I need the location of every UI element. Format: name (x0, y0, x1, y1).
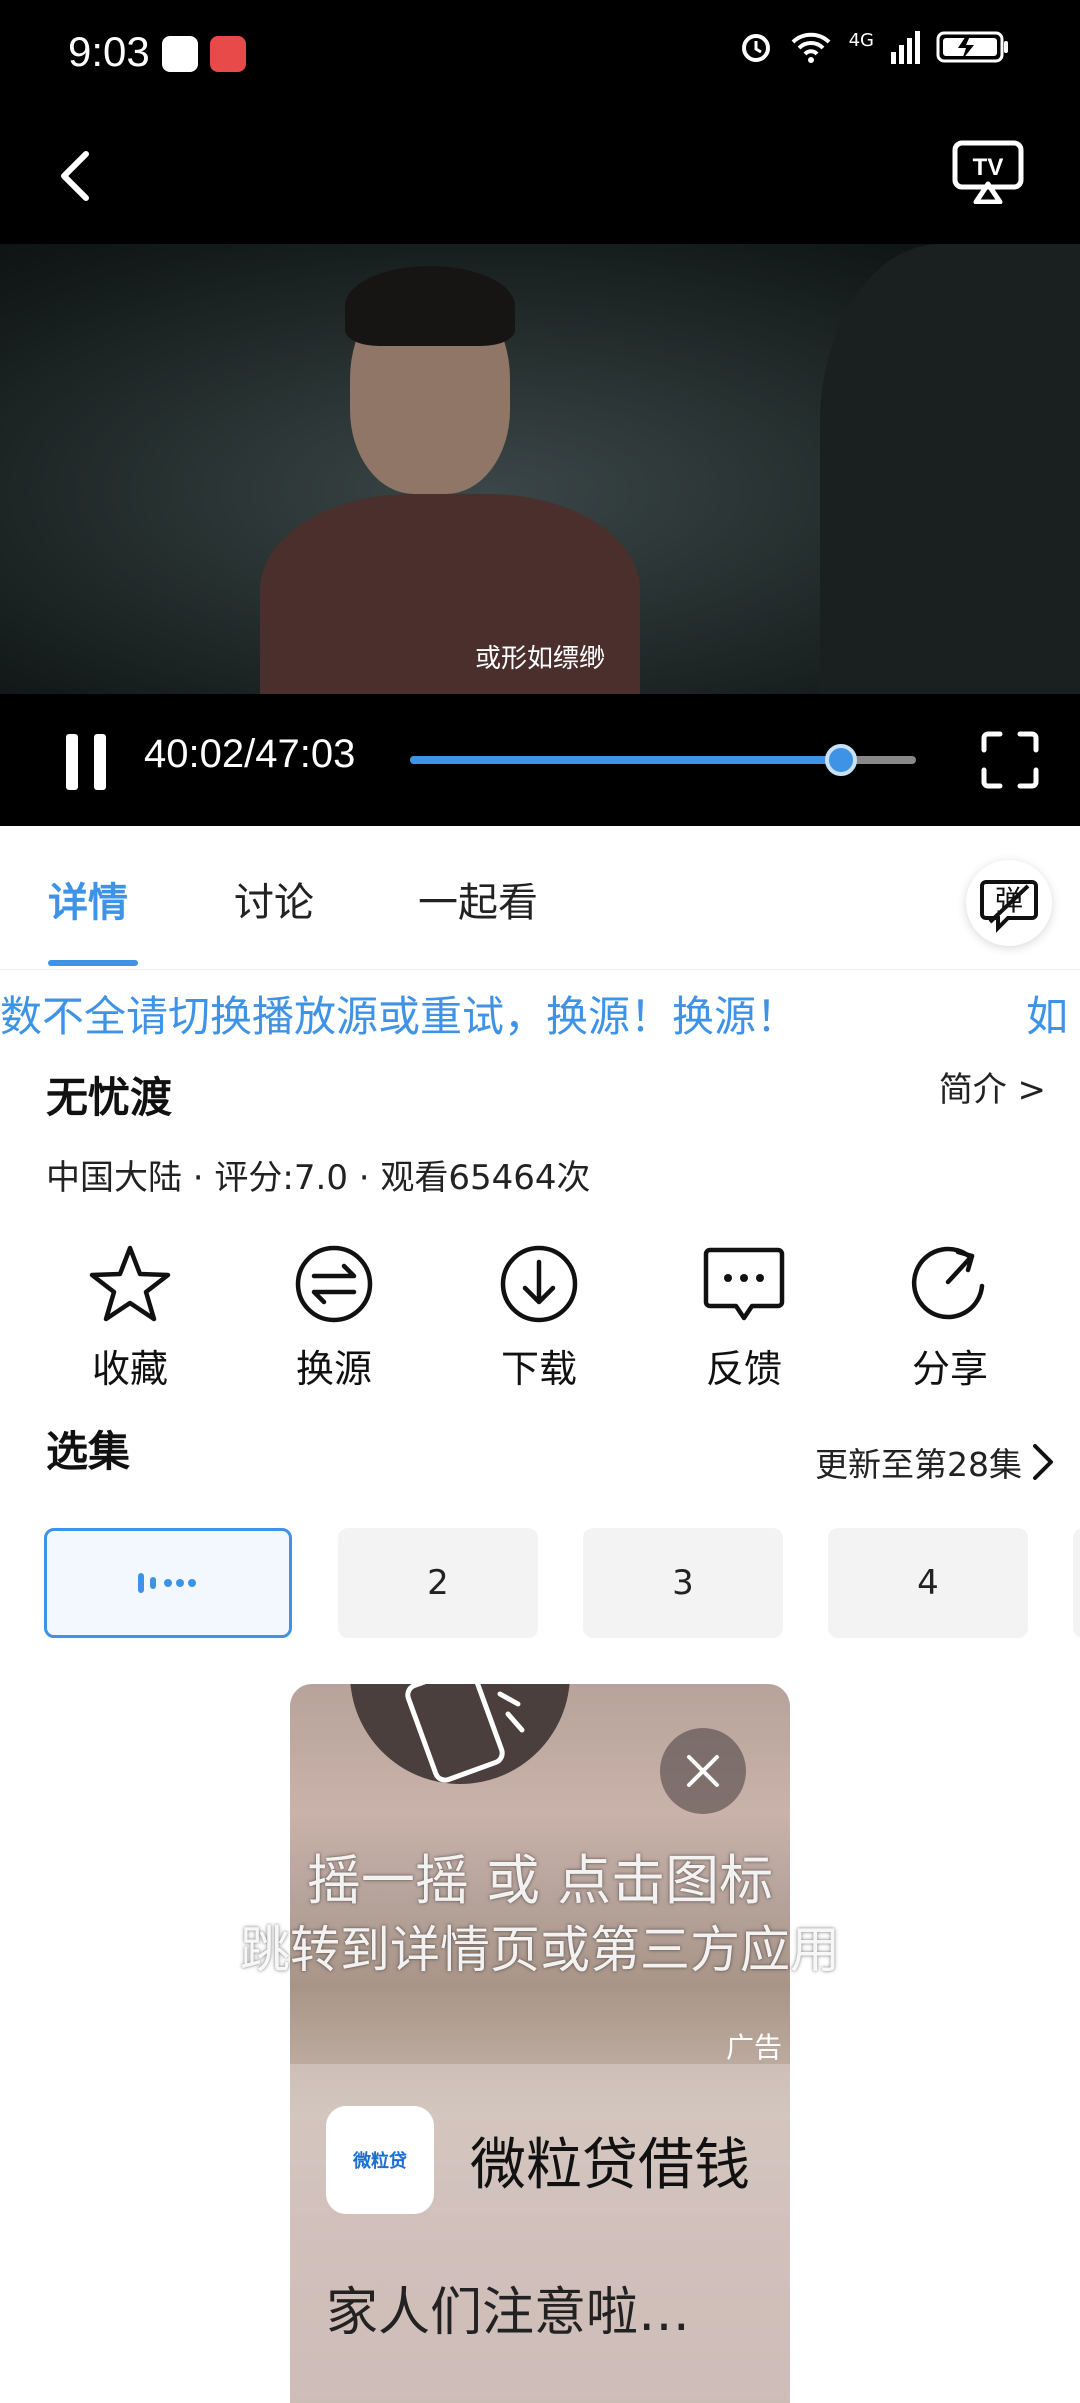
ad-app-name: 微粒贷借钱 (470, 2133, 750, 2198)
ad-label: 广告 (725, 2031, 782, 2064)
ad-logo-text: 微粒贷 (353, 2151, 407, 2172)
download-label: 下载 (500, 1347, 577, 1391)
video-figure-hair (345, 266, 515, 346)
player-top-bar: TV (0, 110, 1080, 244)
marquee-text-2: 如 (1026, 992, 1069, 1041)
switch-source-label: 换源 (295, 1347, 372, 1391)
feedback-button[interactable]: 反馈 (664, 1242, 824, 1393)
fullscreen-icon[interactable] (980, 730, 1040, 790)
status-icons: 4G (739, 30, 1010, 64)
shake-hint-line1: 摇一摇 或 点击图标 (306, 1849, 774, 1912)
episode-list: 2 3 4 (0, 1528, 1080, 1638)
active-tab-indicator (48, 960, 138, 966)
feedback-label: 反馈 (705, 1347, 782, 1391)
marquee-text: 数不全请切换播放源或重试，换源！换源！ (0, 992, 799, 1041)
shake-hint-line2: 跳转到详情页或第三方应用 (240, 1921, 840, 1979)
chevron-right-icon (1033, 1444, 1053, 1480)
pause-button[interactable] (64, 734, 108, 790)
network-type: 4G (848, 30, 874, 51)
favorite-button[interactable]: 收藏 (50, 1242, 210, 1393)
ad-close-button[interactable] (660, 1728, 746, 1814)
action-row: 收藏 换源 下载 反馈 分享 (0, 1242, 1080, 1392)
episodes-title: 选集 (46, 1427, 131, 1476)
battery-icon (936, 31, 1008, 63)
shake-phone-icon (350, 1684, 570, 1784)
video-frame[interactable]: 或形如缥缈 (0, 244, 1080, 694)
progress-fill (410, 756, 841, 764)
ad-banner[interactable]: 广告 微粒贷 微粒贷借钱 家人们注意啦… (290, 1684, 790, 2403)
share-button[interactable]: 分享 (870, 1242, 1030, 1393)
status-bar: 9:03 4G (0, 0, 1080, 110)
app-notification-icon (210, 36, 246, 72)
svg-text:TV: TV (973, 154, 1004, 181)
update-text: 更新至第28集 (815, 1445, 1022, 1484)
episodes-update-link[interactable]: 更新至第28集 (815, 1438, 1056, 1486)
progress-bar[interactable] (410, 744, 916, 776)
detail-tabs: 详情 讨论 一起看 弹 (0, 826, 1080, 970)
tab-watch-together[interactable]: 一起看 (418, 870, 538, 928)
qq-notification-icon (162, 36, 198, 72)
pause-bar-left (66, 734, 78, 790)
show-meta: 中国大陆 · 评分:7.0 · 观看65464次 (46, 1158, 591, 1198)
danmu-toggle-button[interactable]: 弹 (966, 860, 1052, 946)
download-icon (500, 1245, 578, 1323)
switch-source-icon (295, 1245, 373, 1323)
pause-bar-right (94, 734, 106, 790)
intro-link[interactable]: 简介 > (939, 1062, 1046, 1111)
wifi-icon (791, 32, 830, 63)
tab-details[interactable]: 详情 (48, 870, 128, 928)
progress-thumb[interactable] (824, 744, 857, 776)
share-label: 分享 (911, 1347, 988, 1391)
tab-discussion[interactable]: 讨论 (234, 870, 314, 928)
favorite-label: 收藏 (91, 1347, 168, 1391)
playing-indicator-icon (138, 1573, 196, 1593)
ad-app-logo[interactable]: 微粒贷 (326, 2106, 434, 2214)
notice-marquee: 数不全请切换播放源或重试，换源！换源！ 如 (0, 975, 1080, 1041)
playback-time: 40:02/47:03 (144, 732, 356, 776)
ad-description: 家人们注意啦… (326, 2283, 691, 2343)
episode-item[interactable]: 3 (583, 1528, 783, 1638)
danmu-icon: 弹 (980, 880, 1038, 933)
alarm-icon (741, 34, 770, 62)
status-time: 9:03 (68, 28, 150, 75)
close-icon (687, 1755, 719, 1787)
video-subtitle: 或形如缥缈 (474, 644, 605, 674)
episode-item[interactable]: 4 (828, 1528, 1028, 1638)
signal-icon (891, 31, 920, 64)
show-title: 无忧渡 (46, 1073, 173, 1122)
switch-source-button[interactable]: 换源 (254, 1242, 414, 1393)
player-controls: 40:02/47:03 (0, 694, 1080, 826)
tv-cast-icon[interactable]: TV (952, 140, 1024, 204)
episode-item[interactable]: 2 (338, 1528, 538, 1638)
episode-current[interactable] (44, 1528, 292, 1638)
share-icon (911, 1246, 985, 1320)
back-arrow-icon[interactable] (48, 146, 108, 206)
video-figure-right (820, 244, 1080, 694)
episode-item-partial[interactable] (1073, 1528, 1080, 1638)
download-button[interactable]: 下载 (459, 1242, 619, 1393)
phone-illustration (405, 1684, 525, 1783)
feedback-icon (703, 1247, 785, 1321)
star-icon (89, 1245, 171, 1322)
